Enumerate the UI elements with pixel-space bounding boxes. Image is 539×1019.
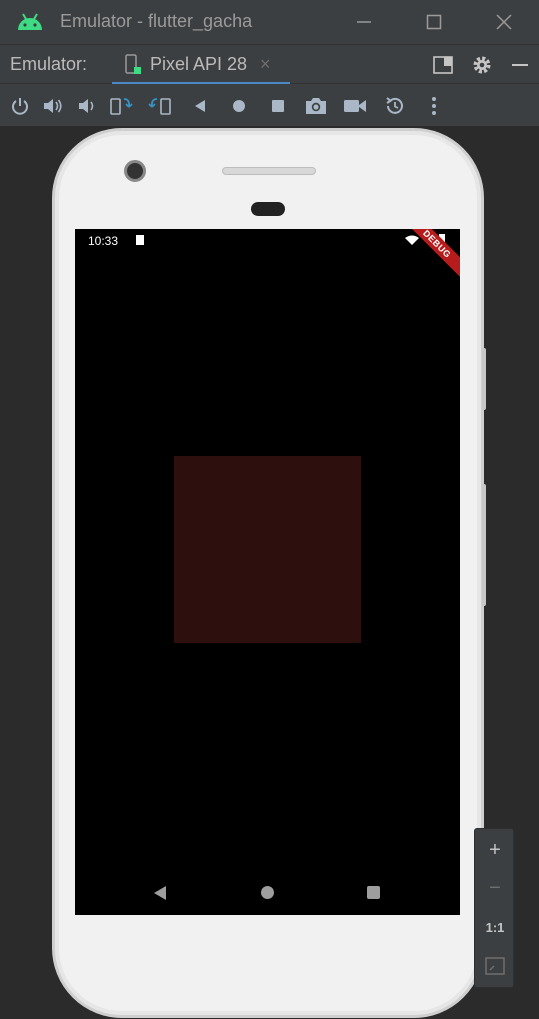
proximity-sensor: [251, 202, 285, 216]
actual-size-button[interactable]: 1:1: [475, 908, 515, 946]
sd-card-icon: [136, 235, 144, 245]
camera-icon: [306, 98, 326, 114]
minimize-button[interactable]: [350, 8, 378, 36]
volume-up-icon: [44, 99, 62, 113]
device-icon: [125, 54, 141, 74]
emulator-toolbar: [0, 84, 539, 127]
snapshot-button[interactable]: [382, 93, 408, 119]
history-icon: [386, 97, 403, 114]
emulator-label: Emulator:: [10, 54, 88, 74]
more-vertical-icon: [432, 97, 436, 115]
fit-screen-icon: [485, 957, 505, 975]
nav-recents-icon[interactable]: [367, 886, 380, 899]
maximize-button[interactable]: [420, 8, 448, 36]
home-circle-icon: [233, 100, 245, 112]
rotate-right-icon: [148, 98, 171, 115]
minimize-icon: [357, 21, 371, 23]
nav-home-icon[interactable]: [261, 886, 274, 899]
gear-icon: [473, 56, 491, 74]
title-bar: Emulator - flutter_gacha: [0, 0, 539, 44]
volume-up-button[interactable]: [40, 93, 66, 119]
volume-down-button[interactable]: [73, 93, 99, 119]
tab-close-icon[interactable]: ×: [260, 54, 271, 75]
zoom-in-button[interactable]: +: [475, 831, 515, 869]
front-camera: [124, 160, 146, 182]
rotate-right-button[interactable]: [147, 93, 173, 119]
minus-icon: [512, 64, 528, 66]
overview-button[interactable]: [265, 93, 291, 119]
close-window-button[interactable]: [490, 8, 518, 36]
tab-label: Pixel API 28: [150, 54, 248, 74]
tab-pixel-api-28[interactable]: Pixel API 28 ×: [112, 45, 290, 85]
split-panel-icon: [433, 56, 453, 74]
video-camera-icon: [344, 100, 366, 112]
earpiece-speaker: [222, 167, 316, 175]
screen-record-button[interactable]: [342, 93, 368, 119]
wifi-icon: [405, 235, 419, 245]
layout-toggle-button[interactable]: [430, 52, 456, 78]
back-triangle-icon: [195, 100, 205, 112]
hide-panel-button[interactable]: [507, 52, 533, 78]
fit-screen-button[interactable]: [475, 947, 515, 985]
power-icon: [12, 98, 28, 115]
status-time: 10:33: [88, 234, 119, 248]
volume-side-button: [482, 348, 486, 410]
nav-back-icon[interactable]: [153, 885, 167, 901]
overview-square-icon: [272, 100, 284, 112]
power-button[interactable]: [7, 93, 33, 119]
settings-button[interactable]: [469, 52, 495, 78]
maximize-icon: [426, 14, 442, 30]
rotate-left-icon: [110, 98, 133, 115]
home-button[interactable]: [226, 93, 252, 119]
zoom-panel: + − 1:1: [474, 828, 514, 988]
window-title: Emulator - flutter_gacha: [60, 11, 253, 31]
close-icon: [496, 14, 512, 30]
zoom-out-button[interactable]: −: [475, 869, 515, 907]
phone-screen[interactable]: 10:33 DEBUG: [75, 229, 460, 915]
rotate-left-button[interactable]: [108, 93, 134, 119]
volume-down-icon: [79, 99, 94, 113]
screenshot-button[interactable]: [303, 93, 329, 119]
power-side-button: [482, 484, 486, 606]
dark-red-square: [174, 456, 361, 643]
tab-bar: Emulator: Pixel API 28 ×: [0, 44, 539, 85]
back-button[interactable]: [187, 93, 213, 119]
android-icon: [18, 13, 42, 30]
more-button[interactable]: [421, 93, 447, 119]
